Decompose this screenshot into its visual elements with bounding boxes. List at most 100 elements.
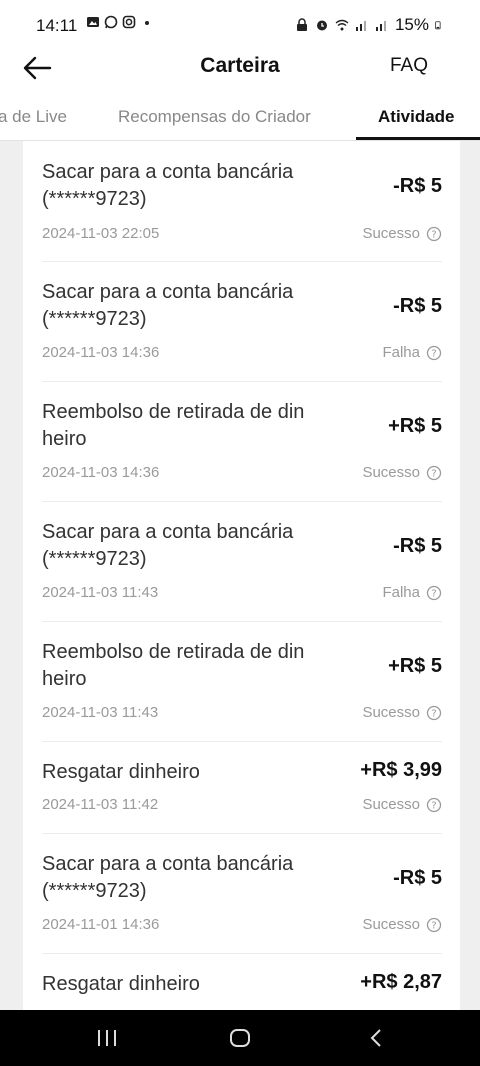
transaction-date: 2024-11-03 11:43 xyxy=(42,584,159,601)
transaction-row[interactable]: Sacar para a conta bancária (******9723)… xyxy=(42,261,442,382)
tab-live[interactable]: a de Live xyxy=(0,107,67,127)
active-tab-indicator xyxy=(356,137,480,140)
battery-icon xyxy=(435,21,441,30)
tab-activity[interactable]: Atividade xyxy=(378,107,455,127)
transaction-row[interactable]: Reembolso de retirada de din heiro +R$ 5… xyxy=(42,621,442,742)
lock-icon xyxy=(296,18,307,31)
transaction-amount: -R$ 5 xyxy=(393,867,442,889)
description-line-1: Sacar para a conta bancária xyxy=(42,521,294,543)
transaction-list: Sacar para a conta bancária (******9723)… xyxy=(23,141,460,1010)
transaction-status: Falha ? xyxy=(382,344,442,361)
transaction-description: Resgatar dinheiro xyxy=(42,971,342,998)
description-line-1: Reembolso de retirada de din xyxy=(42,641,305,663)
transaction-amount: +R$ 3,99 xyxy=(360,759,442,781)
battery-percent: 15% xyxy=(394,15,429,34)
app-header: Carteira FAQ xyxy=(0,48,480,94)
status-label: Falha xyxy=(382,584,420,601)
transaction-description: Resgatar dinheiro xyxy=(42,759,342,786)
home-icon[interactable] xyxy=(229,1028,251,1048)
svg-text:?: ? xyxy=(431,588,436,599)
help-icon[interactable]: ? xyxy=(426,465,442,481)
help-icon[interactable]: ? xyxy=(426,797,442,813)
transaction-date: 2024-11-03 22:05 xyxy=(42,225,160,242)
transaction-status: Sucesso ? xyxy=(362,796,442,813)
svg-text:?: ? xyxy=(431,348,436,359)
transaction-row[interactable]: Reembolso de retirada de din heiro +R$ 5… xyxy=(42,381,442,502)
status-bar: 14:11 15% xyxy=(0,0,480,48)
system-icons: 15% xyxy=(295,15,444,35)
description-line-1: Resgatar dinheiro xyxy=(42,761,200,783)
gallery-icon xyxy=(87,17,99,27)
transaction-status: Sucesso ? xyxy=(362,916,442,933)
transaction-row[interactable]: Resgatar dinheiro +R$ 2,87 xyxy=(42,953,442,1010)
tab-creator-rewards[interactable]: Recompensas do Criador xyxy=(118,107,311,127)
wifi-icon xyxy=(335,19,349,31)
status-label: Sucesso xyxy=(362,704,420,721)
description-line-1: Sacar para a conta bancária xyxy=(42,853,294,875)
transaction-amount: +R$ 5 xyxy=(388,655,442,677)
status-label: Sucesso xyxy=(362,916,420,933)
instagram-icon xyxy=(122,15,136,29)
tab-bar: a de Live Recompensas do Criador Ativida… xyxy=(0,94,480,141)
alarm-icon xyxy=(316,20,327,31)
svg-text:?: ? xyxy=(431,229,436,240)
description-line-2: (******9723) xyxy=(42,188,147,210)
transaction-row[interactable]: Sacar para a conta bancária (******9723)… xyxy=(42,833,442,954)
signal-icon xyxy=(355,21,366,31)
system-nav-bar xyxy=(0,1010,480,1066)
help-icon[interactable]: ? xyxy=(426,585,442,601)
transaction-date: 2024-11-03 14:36 xyxy=(42,464,160,481)
dot-icon xyxy=(145,21,149,25)
description-line-1: Sacar para a conta bancária xyxy=(42,161,294,183)
transaction-row[interactable]: Sacar para a conta bancária (******9723)… xyxy=(42,501,442,622)
transaction-description: Reembolso de retirada de din heiro xyxy=(42,639,342,693)
help-icon[interactable]: ? xyxy=(426,705,442,721)
status-label: Sucesso xyxy=(362,225,420,242)
description-line-2: (******9723) xyxy=(42,880,147,902)
help-icon[interactable]: ? xyxy=(426,917,442,933)
svg-text:?: ? xyxy=(431,708,436,719)
transaction-description: Sacar para a conta bancária (******9723) xyxy=(42,279,342,333)
description-line-1: Reembolso de retirada de din xyxy=(42,401,305,423)
transaction-date: 2024-11-03 11:42 xyxy=(42,796,159,813)
transaction-amount: -R$ 5 xyxy=(393,295,442,317)
transaction-amount: +R$ 5 xyxy=(388,415,442,437)
transaction-amount: -R$ 5 xyxy=(393,175,442,197)
description-line-2: heiro xyxy=(42,668,87,690)
transaction-status: Falha ? xyxy=(382,584,442,601)
transaction-date: 2024-11-03 11:43 xyxy=(42,704,159,721)
back-nav-icon[interactable] xyxy=(366,1028,388,1048)
description-line-2: (******9723) xyxy=(42,308,147,330)
description-line-2: (******9723) xyxy=(42,548,147,570)
transaction-status: Sucesso ? xyxy=(362,225,442,242)
transaction-date: 2024-11-03 14:36 xyxy=(42,344,160,361)
transaction-date: 2024-11-01 14:36 xyxy=(42,916,160,933)
whatsapp-icon xyxy=(104,15,118,29)
transaction-description: Sacar para a conta bancária (******9723) xyxy=(42,519,342,573)
description-line-2: heiro xyxy=(42,428,87,450)
transaction-description: Reembolso de retirada de din heiro xyxy=(42,399,342,453)
svg-text:?: ? xyxy=(431,920,436,931)
transaction-description: Sacar para a conta bancária (******9723) xyxy=(42,159,342,213)
faq-link[interactable]: FAQ xyxy=(390,55,428,77)
transaction-description: Sacar para a conta bancária (******9723) xyxy=(42,851,342,905)
status-time: 14:11 xyxy=(36,16,78,35)
description-line-1: Sacar para a conta bancária xyxy=(42,281,294,303)
signal-icon-2 xyxy=(375,21,386,31)
transaction-amount: +R$ 2,87 xyxy=(360,971,442,993)
notification-icons xyxy=(86,15,154,29)
status-label: Sucesso xyxy=(362,796,420,813)
recent-apps-icon[interactable] xyxy=(96,1028,118,1048)
transaction-row[interactable]: Resgatar dinheiro +R$ 3,99 2024-11-03 11… xyxy=(42,741,442,834)
help-icon[interactable]: ? xyxy=(426,345,442,361)
transaction-status: Sucesso ? xyxy=(362,704,442,721)
status-label: Falha xyxy=(382,344,420,361)
help-icon[interactable]: ? xyxy=(426,226,442,242)
transaction-row[interactable]: Sacar para a conta bancária (******9723)… xyxy=(42,141,442,262)
status-label: Sucesso xyxy=(362,464,420,481)
transaction-amount: -R$ 5 xyxy=(393,535,442,557)
description-line-1: Resgatar dinheiro xyxy=(42,973,200,995)
svg-text:?: ? xyxy=(431,468,436,479)
svg-text:?: ? xyxy=(431,800,436,811)
transaction-status: Sucesso ? xyxy=(362,464,442,481)
